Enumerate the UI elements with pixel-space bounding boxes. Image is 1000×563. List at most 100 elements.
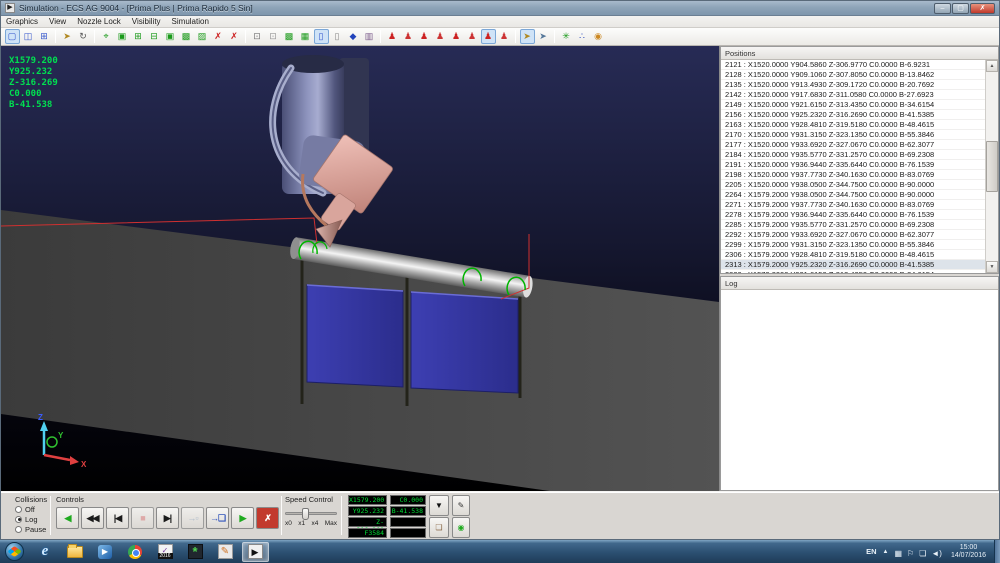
shaded-edges-cube-icon[interactable]: ▦ [298, 29, 313, 44]
taskbar-app-cad[interactable]: ✎ [212, 542, 239, 562]
menu-item[interactable]: Nozzle Lock [77, 17, 121, 26]
position-row[interactable]: 2142 : X1520.0000 Y917.6830 Z-311.0580 C… [721, 90, 985, 100]
position-row[interactable]: 2135 : X1520.0000 Y913.4930 Z-309.1720 C… [721, 80, 985, 90]
position-row[interactable]: 2320 : X1579.2000 Y921.6150 Z-313.4350 C… [721, 270, 985, 273]
nozzle-view-button[interactable]: ▼ [429, 495, 449, 516]
robot-pose-2-icon[interactable]: ♟ [401, 29, 416, 44]
play-button[interactable]: ▶ [231, 507, 254, 529]
position-row[interactable]: 2313 : X1579.2000 Y925.2320 Z-316.2690 C… [721, 260, 985, 270]
position-row[interactable]: 2177 : X1520.0000 Y933.6920 Z-327.0670 C… [721, 140, 985, 150]
menu-item[interactable]: Simulation [172, 17, 209, 26]
hidden-line-cube-icon[interactable]: ⊡ [266, 29, 281, 44]
position-row[interactable]: 2264 : X1579.2000 Y938.0500 Z-344.7500 C… [721, 190, 985, 200]
position-row[interactable]: 2184 : X1520.0000 Y935.5770 Z-331.2570 C… [721, 150, 985, 160]
panel-view-icon[interactable]: ▯ [314, 29, 329, 44]
collision-radio[interactable]: Log [15, 514, 47, 524]
robot-pose-8-icon[interactable]: ♟ [497, 29, 512, 44]
robot-pose-7-icon[interactable]: ♟ [481, 29, 496, 44]
clock[interactable]: 15:00 14/07/2016 [951, 544, 986, 560]
zoom-previous-icon[interactable]: ▣ [163, 29, 178, 44]
cancel-zoom-icon[interactable]: ✗ [211, 29, 226, 44]
draw-path-button[interactable]: ✎ [452, 495, 470, 516]
radio-dot[interactable] [15, 516, 22, 523]
robot-pose-6-icon[interactable]: ♟ [465, 29, 480, 44]
keyboard-tray-icon[interactable]: ▦ [894, 549, 902, 558]
zoom-selected-icon[interactable]: ▩ [179, 29, 194, 44]
position-row[interactable]: 2191 : X1520.0000 Y936.9440 Z-335.6440 C… [721, 160, 985, 170]
taskbar-app-2016[interactable]: ✓ 2016 [152, 542, 179, 562]
go-to-end-button[interactable]: ▶| [156, 507, 179, 529]
position-row[interactable]: 2205 : X1520.0000 Y938.0500 Z-344.7500 C… [721, 180, 985, 190]
pick-entity-icon[interactable]: ➤ [536, 29, 551, 44]
wireframe-cube-icon[interactable]: ⊡ [250, 29, 265, 44]
collision-check-icon[interactable]: ✳ [559, 29, 574, 44]
fast-rewind-button[interactable]: ◀◀ [81, 507, 104, 529]
taskbar-chrome[interactable] [122, 542, 149, 562]
position-row[interactable]: 2156 : X1520.0000 Y925.2320 Z-316.2690 C… [721, 110, 985, 120]
menu-item[interactable]: View [49, 17, 66, 26]
position-row[interactable]: 2306 : X1579.2000 Y928.4810 Z-319.5180 C… [721, 250, 985, 260]
pick-part-button[interactable]: ❏ [429, 517, 449, 538]
position-row[interactable]: 2299 : X1579.2000 Y931.3150 Z-323.1350 C… [721, 240, 985, 250]
robot-pose-3-icon[interactable]: ♟ [417, 29, 432, 44]
3d-scene[interactable]: Z X Y [1, 46, 719, 491]
position-row[interactable]: 2278 : X1579.2000 Y936.9440 Z-335.6440 C… [721, 210, 985, 220]
position-row[interactable]: 2170 : X1520.0000 Y931.3150 Z-323.1350 C… [721, 130, 985, 140]
speed-slider-thumb[interactable] [302, 508, 309, 520]
close-button[interactable]: ✗ [970, 3, 995, 14]
radio-dot[interactable] [15, 506, 22, 513]
start-button[interactable] [5, 542, 24, 561]
lock-icon[interactable]: ◉ [591, 29, 606, 44]
volume-icon[interactable]: ◄) [931, 549, 942, 558]
shield-icon[interactable]: ◆ [346, 29, 361, 44]
stop-button[interactable]: ■ [131, 507, 154, 529]
zoom-window-icon[interactable]: ▣ [115, 29, 130, 44]
minimize-button[interactable]: – [934, 3, 951, 14]
step-block-button[interactable]: →❏ [206, 507, 229, 529]
step-forward-button[interactable]: →▫ [181, 507, 204, 529]
collision-radio[interactable]: Off [15, 504, 47, 514]
scroll-thumb[interactable] [986, 141, 998, 192]
position-row[interactable]: 2121 : X1520.0000 Y904.5860 Z-306.9770 C… [721, 60, 985, 70]
speed-slider[interactable] [285, 512, 337, 515]
position-row[interactable]: 2128 : X1520.0000 Y909.1060 Z-307.8050 C… [721, 70, 985, 80]
layout-quad-icon[interactable]: ⊞ [37, 29, 52, 44]
network-icon[interactable]: ❏ [919, 549, 926, 558]
play-backward-button[interactable]: ◀ [56, 507, 79, 529]
target-point-button[interactable]: ◉ [452, 517, 470, 538]
robot-pose-5-icon[interactable]: ♟ [449, 29, 464, 44]
action-center-flag-icon[interactable]: ⚐ [907, 549, 914, 558]
abort-button[interactable]: ✗ [256, 507, 279, 529]
collision-radio[interactable]: Pause [15, 524, 47, 534]
3d-viewport[interactable]: Z X Y X1579.200Y925.232Z-316.269C0.000B-… [1, 46, 719, 491]
taskbar-simulation-app[interactable]: ▶ [242, 542, 269, 562]
position-row[interactable]: 2149 : X1520.0000 Y921.6150 Z-313.4350 C… [721, 100, 985, 110]
taskbar-media-player[interactable]: ▶ [92, 542, 119, 562]
menu-item[interactable]: Graphics [6, 17, 38, 26]
position-row[interactable]: 2271 : X1579.2000 Y937.7730 Z-340.1630 C… [721, 200, 985, 210]
position-row[interactable]: 2285 : X1579.2000 Y935.5770 Z-331.2570 C… [721, 220, 985, 230]
position-row[interactable]: 2292 : X1579.2000 Y933.6920 Z-327.0670 C… [721, 230, 985, 240]
positions-scrollbar[interactable]: ▲ ▼ [985, 60, 998, 273]
select-cursor-icon[interactable]: ➤ [60, 29, 75, 44]
fit-view-icon[interactable]: ⌖ [99, 29, 114, 44]
robot-pose-4-icon[interactable]: ♟ [433, 29, 448, 44]
menu-item[interactable]: Visibility [132, 17, 161, 26]
layout-single-icon[interactable]: ▢ [5, 29, 20, 44]
layout-split-icon[interactable]: ◫ [21, 29, 36, 44]
go-to-start-button[interactable]: |◀ [106, 507, 129, 529]
taskbar-internet-explorer[interactable]: e [32, 542, 59, 562]
maximize-button[interactable]: ▢ [952, 3, 969, 14]
shaded-cube-icon[interactable]: ▩ [282, 29, 297, 44]
orbit-view-icon[interactable]: ↻ [76, 29, 91, 44]
show-desktop-button[interactable] [994, 540, 1000, 563]
path-nodes-icon[interactable]: ∴ [575, 29, 590, 44]
cylinder-view-icon[interactable]: ▯ [330, 29, 345, 44]
scroll-up-arrow[interactable]: ▲ [986, 60, 998, 72]
position-row[interactable]: 2198 : X1520.0000 Y937.7730 Z-340.1630 C… [721, 170, 985, 180]
cancel-pan-icon[interactable]: ✗ [227, 29, 242, 44]
pick-point-icon[interactable]: ➤ [520, 29, 535, 44]
zoom-extents-icon[interactable]: ▨ [195, 29, 210, 44]
material-barrel-icon[interactable]: ▥ [362, 29, 377, 44]
hidden-icons-chevron[interactable]: ▲ [883, 549, 889, 555]
